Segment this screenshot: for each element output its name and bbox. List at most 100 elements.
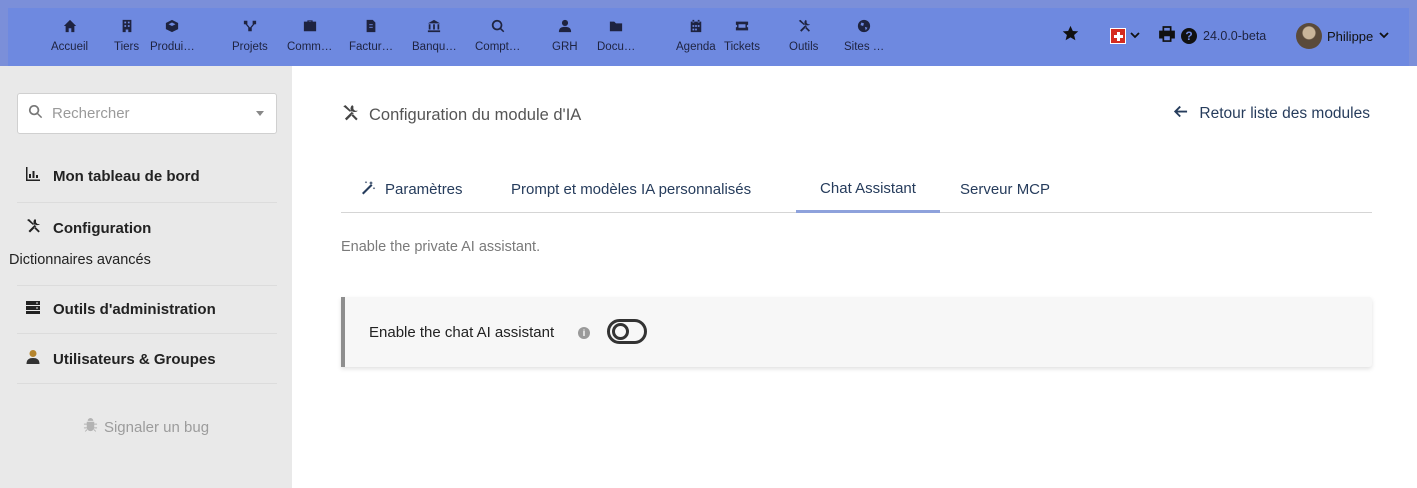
nav-label: Tickets	[724, 41, 760, 53]
nav-label: Banqu…	[412, 41, 457, 53]
language-selector[interactable]	[1110, 22, 1140, 50]
sidebar-item-dashboard[interactable]: Mon tableau de bord	[17, 166, 277, 203]
nav-item-accueil[interactable]: Accueil	[51, 18, 89, 74]
print-icon	[1158, 25, 1176, 48]
invoice-icon	[363, 18, 379, 34]
page-title: Configuration du module d'IA	[341, 104, 581, 127]
help-button[interactable]: ?	[1181, 22, 1197, 50]
user-icon	[25, 349, 53, 369]
sidebar-item-label: Mon tableau de bord	[53, 167, 200, 185]
swiss-flag-icon	[1110, 28, 1126, 44]
nav-label: Accueil	[51, 41, 89, 53]
magic-wand-icon	[360, 180, 385, 200]
bookmark-button[interactable]	[1062, 22, 1079, 50]
sidebar-item-label: Configuration	[53, 219, 152, 237]
nav-label: GRH	[552, 41, 578, 53]
top-bar: Accueil Tiers Produi… Projets Comm… Fact…	[0, 0, 1417, 74]
sidebar-item-users-groups[interactable]: Utilisateurs & Groupes	[17, 349, 277, 384]
project-icon	[242, 18, 258, 34]
tab-label: Serveur MCP	[960, 181, 1051, 198]
version-label: 24.0.0-beta	[1203, 22, 1266, 50]
top-nav: Accueil Tiers Produi… Projets Comm… Fact…	[8, 8, 1409, 74]
tab-parametres[interactable]: Paramètres	[360, 166, 463, 213]
tools-icon	[341, 104, 369, 127]
report-bug-label: Signaler un bug	[103, 419, 210, 436]
nav-label: Factur…	[349, 41, 394, 53]
tab-label: Chat Assistant	[820, 179, 916, 197]
report-bug-link[interactable]: Signaler un bug	[0, 418, 292, 437]
tab-label: Paramètres	[385, 181, 463, 198]
nav-label: Tiers	[114, 41, 140, 53]
arrow-left-icon	[1173, 104, 1199, 124]
sidebar-item-admin-tools[interactable]: Outils d'administration	[17, 299, 277, 334]
suitcase-icon	[302, 18, 318, 34]
sidebar-subitem-dictionnaires[interactable]: Dictionnaires avancés	[9, 252, 277, 268]
ticket-icon	[734, 18, 750, 34]
nav-item-documents[interactable]: Docu…	[597, 18, 635, 62]
nav-item-outils[interactable]: Outils	[789, 18, 818, 62]
calendar-icon	[688, 18, 704, 34]
nav-item-banques[interactable]: Banqu…	[412, 18, 457, 62]
search-dollar-icon	[490, 18, 506, 34]
nav-item-commandes[interactable]: Comm…	[287, 18, 332, 62]
question-circle-icon: ?	[1181, 28, 1197, 44]
search-placeholder: Rechercher	[52, 105, 130, 122]
section-description: Enable the private AI assistant.	[341, 239, 541, 255]
nav-item-projets[interactable]: Projets	[232, 18, 268, 62]
print-button[interactable]	[1158, 22, 1176, 50]
nav-item-sites[interactable]: Sites …	[844, 18, 884, 62]
sidebar-item-configuration[interactable]: Configuration Dictionnaires avancés	[9, 218, 277, 286]
nav-label: Agenda	[676, 41, 716, 53]
tab-prompt-models[interactable]: Prompt et modèles IA personnalisés	[511, 166, 751, 213]
nav-label: Docu…	[597, 41, 636, 53]
back-to-modules-link[interactable]: Retour liste des modules	[1173, 104, 1370, 124]
sidebar-item-label: Utilisateurs & Groupes	[53, 350, 216, 368]
sidebar-subitem-label: Dictionnaires avancés	[9, 252, 151, 268]
search-input[interactable]: Rechercher	[17, 93, 277, 134]
page-title-text: Configuration du module d'IA	[369, 106, 582, 124]
folder-icon	[608, 18, 624, 34]
user-name: Philippe	[1327, 28, 1374, 44]
info-icon[interactable]: i	[578, 327, 590, 339]
tab-label: Prompt et modèles IA personnalisés	[511, 181, 752, 198]
nav-item-tickets[interactable]: Tickets	[724, 18, 760, 62]
tab-serveur-mcp[interactable]: Serveur MCP	[960, 166, 1050, 213]
tab-chat-assistant[interactable]: Chat Assistant	[796, 166, 940, 213]
avatar	[1296, 23, 1322, 49]
bank-icon	[426, 18, 442, 34]
bug-icon	[83, 418, 104, 437]
sidebar: Rechercher Mon tableau de bord Configura…	[0, 66, 292, 488]
toggle-knob	[612, 323, 629, 340]
user-tie-icon	[557, 18, 573, 34]
nav-item-compta[interactable]: Compt…	[475, 18, 520, 62]
chart-icon	[25, 166, 53, 186]
star-icon	[1062, 25, 1079, 47]
chat-assistant-setting-label: Enable the chat AI assistant	[369, 324, 555, 341]
nav-item-factures[interactable]: Factur…	[349, 18, 393, 62]
nav-item-tiers[interactable]: Tiers	[114, 18, 139, 62]
tab-bar: Paramètres Prompt et modèles IA personna…	[341, 166, 1372, 213]
tools-icon	[796, 18, 812, 34]
home-icon	[62, 18, 78, 34]
nav-item-grh[interactable]: GRH	[552, 18, 578, 62]
nav-item-agenda[interactable]: Agenda	[676, 18, 716, 62]
globe-icon	[856, 18, 872, 34]
user-menu[interactable]: Philippe	[1296, 22, 1389, 50]
nav-label: Outils	[789, 41, 819, 53]
nav-label: Produi…	[150, 41, 195, 53]
sidebar-item-label: Outils d'administration	[53, 300, 216, 318]
search-icon	[28, 104, 43, 124]
nav-label: Sites …	[844, 41, 885, 53]
nav-item-produits[interactable]: Produi…	[150, 18, 195, 62]
nav-label: Comm…	[287, 41, 333, 53]
cube-icon	[164, 18, 180, 34]
setting-card: Enable the chat AI assistant i	[341, 297, 1372, 367]
chevron-down-icon	[1379, 27, 1389, 45]
nav-label: Compt…	[475, 41, 521, 53]
building-icon	[119, 18, 135, 34]
nav-label: Projets	[232, 41, 268, 53]
chat-assistant-toggle[interactable]	[607, 319, 647, 344]
dropdown-caret-icon	[256, 111, 264, 116]
tools-icon	[25, 218, 53, 238]
chevron-down-icon	[1130, 27, 1140, 45]
